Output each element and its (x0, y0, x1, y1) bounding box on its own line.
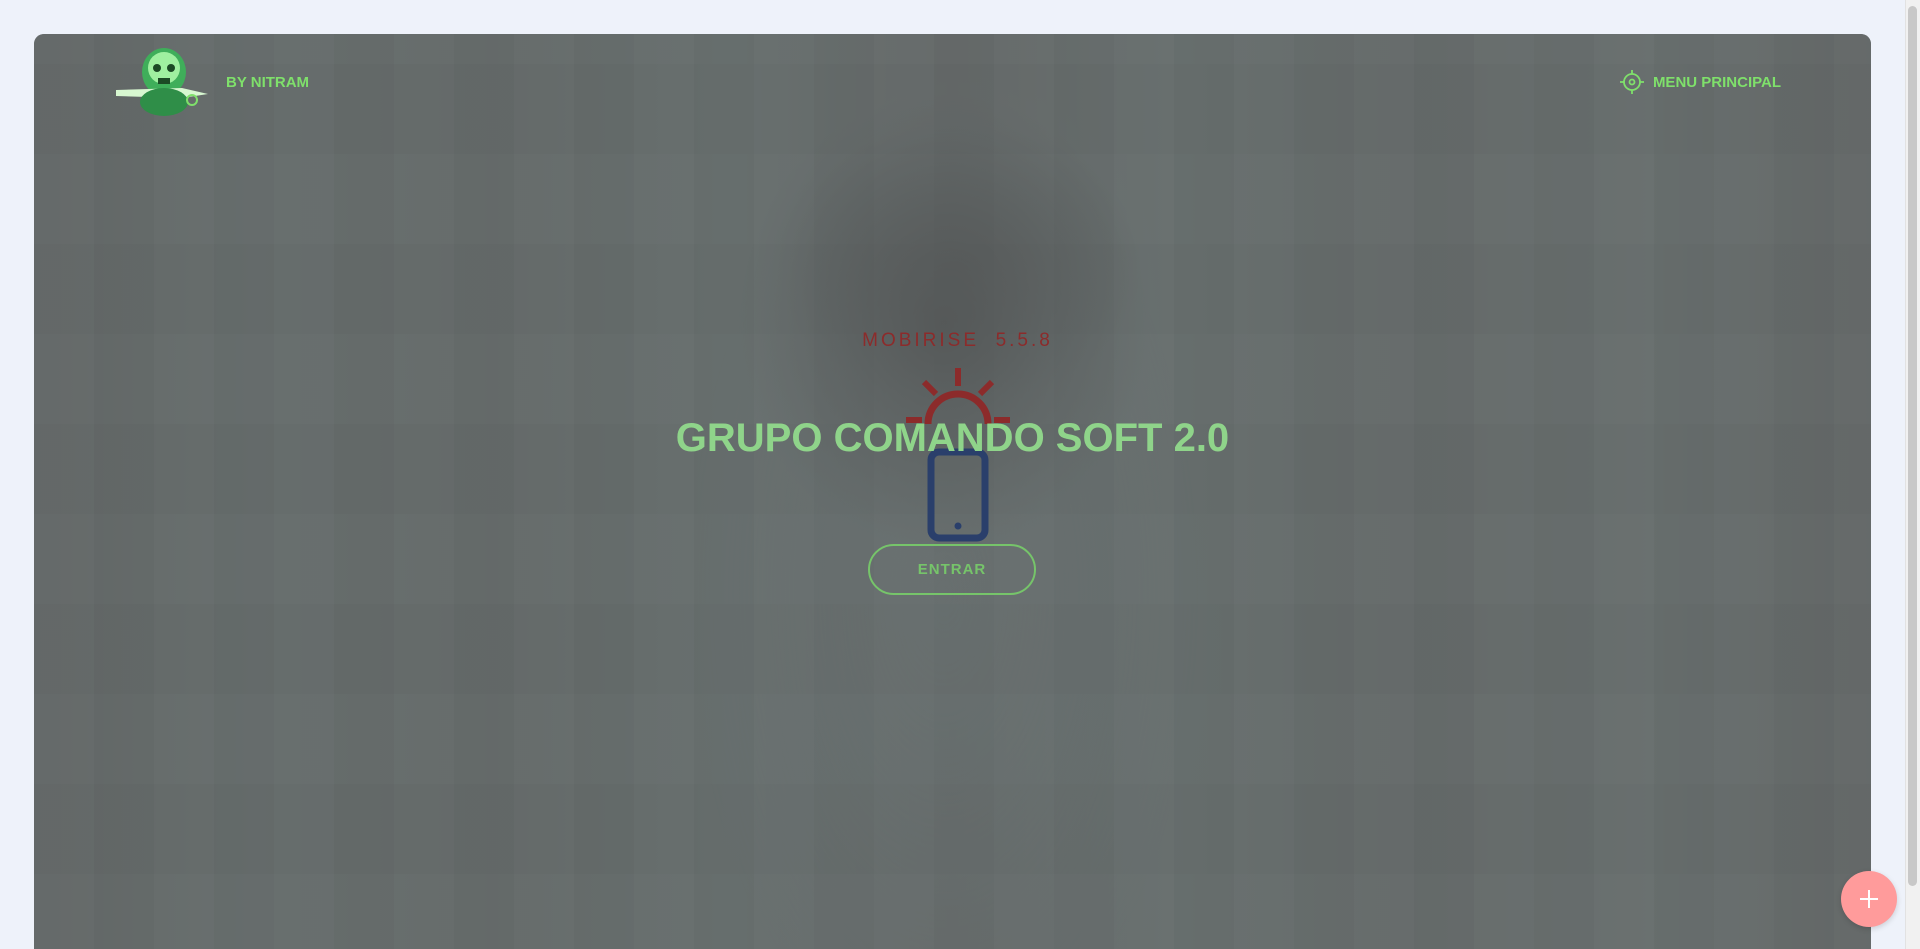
crosshair-icon (1619, 70, 1644, 94)
scrollbar-thumb[interactable] (1908, 6, 1917, 886)
add-block-button[interactable] (1841, 871, 1897, 927)
hero-subtitle: MOBIRISE 5.5.8 (862, 330, 1053, 351)
navbar: BY NITRAM MENU PRINCIPAL (34, 34, 1871, 134)
enter-button[interactable]: ENTRAR (868, 544, 1036, 595)
hero-title: GRUPO COMANDO SOFT 2.0 (675, 416, 1230, 460)
phone-icon (927, 448, 989, 542)
hero-section: BY NITRAM MENU PRINCIPAL MOBIRISE 5.5.8 … (34, 34, 1871, 949)
skull-sword-logo[interactable] (112, 42, 212, 122)
page-scrollbar[interactable] (1905, 0, 1920, 949)
menu-principal-link[interactable]: MENU PRINCIPAL (1619, 70, 1781, 94)
menu-principal-label: MENU PRINCIPAL (1652, 73, 1781, 91)
plus-icon (1860, 890, 1878, 908)
brand-name[interactable]: BY NITRAM (226, 74, 309, 91)
